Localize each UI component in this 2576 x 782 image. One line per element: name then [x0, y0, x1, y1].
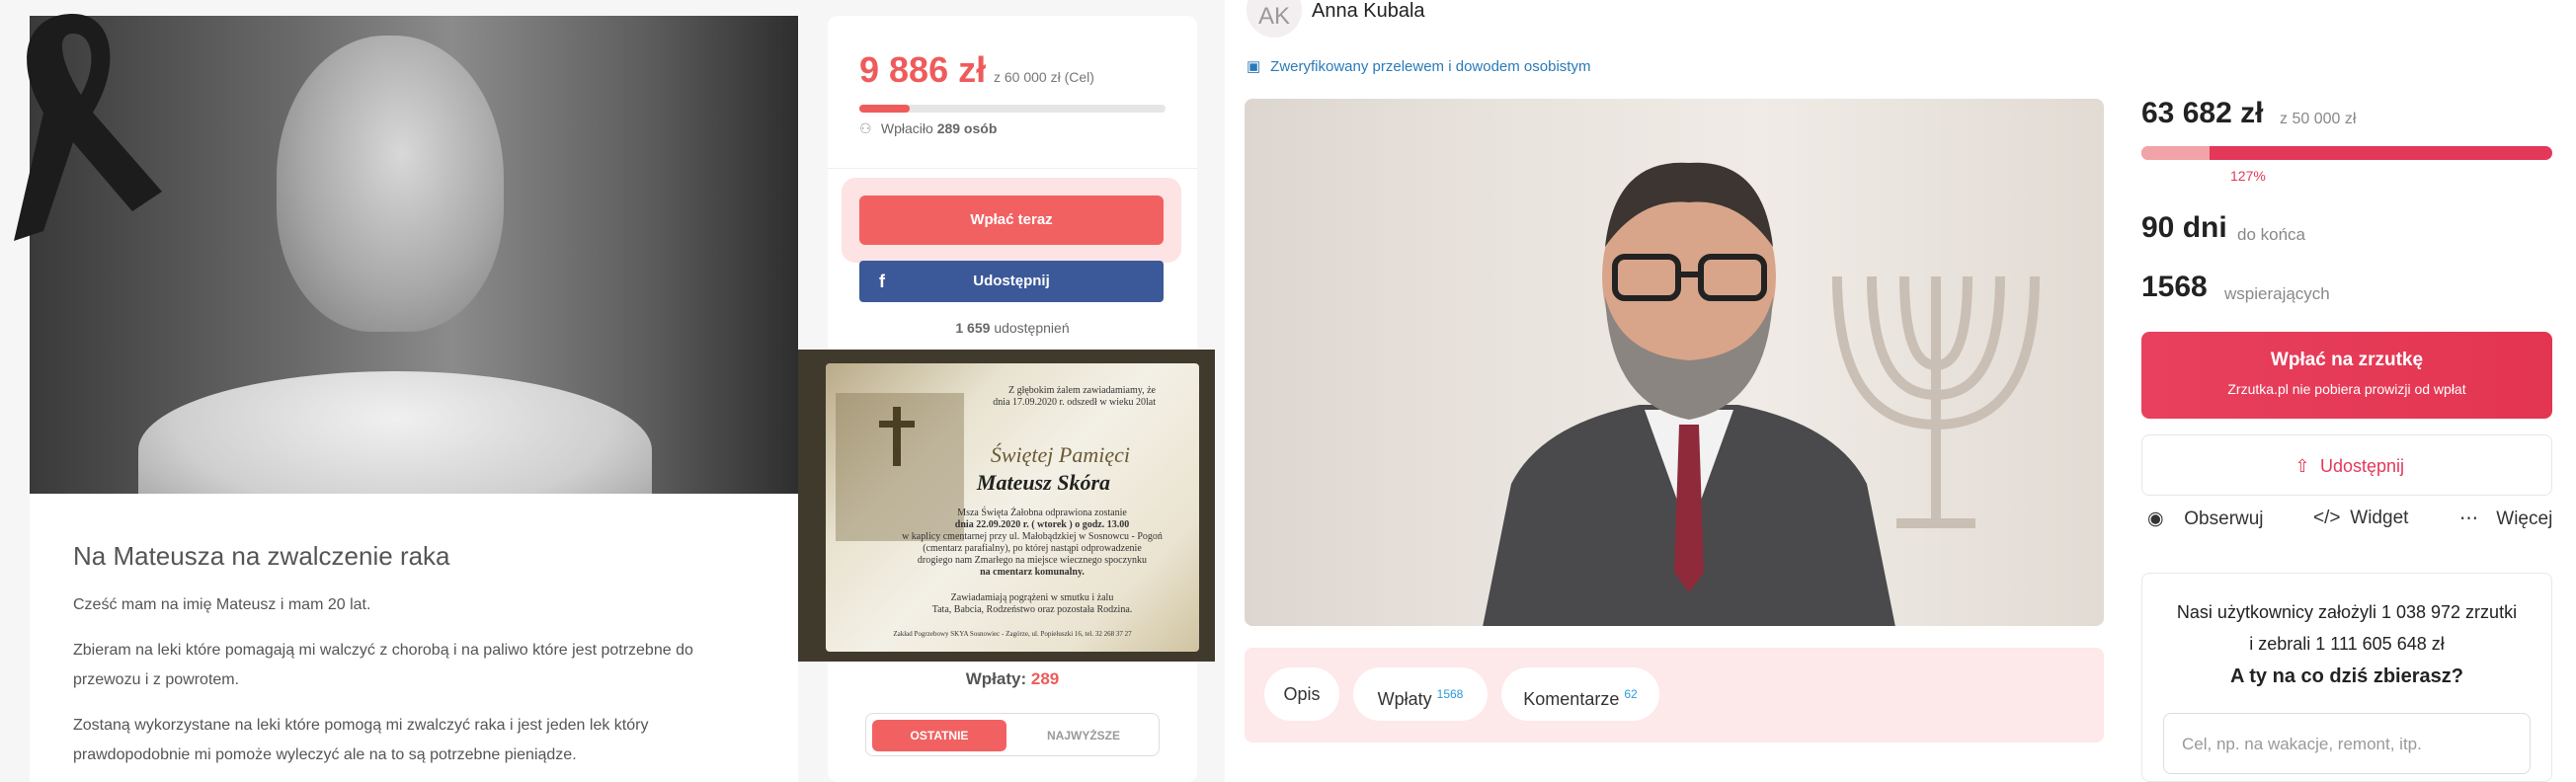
- speaker-figure: [1483, 162, 1895, 626]
- tab-comments-count: 62: [1624, 687, 1638, 701]
- obituary-line: Msza Święta Żałobna odprawiona zostanie: [957, 508, 1127, 518]
- obituary-line: dnia 17.09.2020 r. odszedł w wieku 20lat: [993, 397, 1156, 408]
- donate-button-sublabel: Zrzutka.pl nie pobiera prowizji od wpłat: [2227, 381, 2466, 397]
- mourning-ribbon-icon: [14, 14, 162, 241]
- supporters-count: 1568: [2141, 271, 2208, 303]
- campaign-title: Na Mateusza na zwalczenie raka: [73, 541, 450, 571]
- tab-description[interactable]: Opis: [1264, 667, 1339, 721]
- payers-label: Wpłaciło: [880, 120, 933, 136]
- ellipsis-icon: ⋯: [2459, 508, 2478, 529]
- shares-number: 1 659: [955, 320, 991, 336]
- photo-head: [277, 36, 504, 332]
- tab-comments[interactable]: Komentarze 62: [1501, 667, 1659, 721]
- shares-label: udostępnień: [994, 320, 1070, 336]
- progress-bar-fill: [2141, 146, 2210, 160]
- goal-input[interactable]: Cel, np. na wakacje, remont, itp.: [2163, 713, 2531, 774]
- raised-amount: 9 886 zł: [859, 49, 987, 90]
- people-icon: ⚇: [859, 120, 872, 136]
- stats-text: Nasi użytkownicy założyli 1 038 972 zrzu…: [2141, 596, 2552, 660]
- code-icon: </>: [2313, 508, 2341, 528]
- payments-tabs: OSTATNIE NAJWYŻSZE: [865, 713, 1160, 756]
- upload-share-icon: ⇧: [2294, 456, 2310, 476]
- supporters-label: wspierających: [2224, 284, 2330, 303]
- share-button[interactable]: ⇧ Udostępnij: [2141, 434, 2552, 496]
- tab-comments-label: Komentarze: [1523, 689, 1620, 709]
- shares-count: 1 659 udostępnień: [828, 320, 1197, 336]
- stats-line: i zebrali 1 111 605 648 zł: [2249, 634, 2445, 654]
- progress-bar: [2141, 146, 2552, 160]
- widget-label: Widget: [2350, 508, 2409, 528]
- id-card-icon: ▣: [1247, 58, 1261, 75]
- progress-percent: 127%: [2230, 168, 2266, 184]
- payments-count: 289: [1030, 669, 1060, 688]
- obituary-line: Tata, Babcia, Rodzeństwo oraz pozostała …: [931, 604, 1133, 615]
- verified-label: Zweryfikowany przelewem i dowodem osobis…: [1270, 58, 1591, 75]
- obituary-line: na cmentarz komunalny.: [980, 567, 1085, 578]
- goal-amount: z 60 000 zł (Cel): [994, 69, 1094, 85]
- verified-badge: ▣ Zweryfikowany przelewem i dowodem osob…: [1247, 57, 1590, 75]
- tab-latest[interactable]: OSTATNIE: [872, 720, 1006, 751]
- tab-payments-count: 1568: [1436, 687, 1464, 701]
- goal-amount: z 50 000 zł: [2280, 111, 2357, 127]
- raised-amount: 63 682 zł: [2141, 97, 2264, 129]
- obituary-heading: Świętej Pamięci: [990, 442, 1130, 467]
- watch-action[interactable]: ◉ Obserwuj: [2147, 508, 2264, 530]
- divider: [828, 168, 1197, 169]
- photo-shirt: [138, 371, 652, 494]
- donate-button-label: Wpłać na zrzutkę: [2270, 350, 2424, 370]
- payers-count: ⚇ Wpłaciło 289 osób: [859, 120, 997, 137]
- watch-label: Obserwuj: [2184, 508, 2264, 529]
- progress-bar: [859, 105, 1166, 113]
- description-paragraph: Zostaną wykorzystane na leki które pomog…: [73, 717, 649, 763]
- pay-now-button[interactable]: Wpłać teraz: [859, 196, 1164, 245]
- facebook-share-button[interactable]: f Udostępnij: [859, 261, 1164, 302]
- obituary-name: Mateusz Skóra: [976, 470, 1110, 495]
- payments-heading: Wpłaty: 289: [828, 669, 1197, 689]
- description-paragraph: Cześć mam na imię Mateusz i mam 20 lat.: [73, 596, 371, 613]
- share-label: Udostępnij: [973, 273, 1050, 289]
- eye-icon: ◉: [2147, 508, 2164, 529]
- obituary-image: Z głębokim żalem zawiadamiamy, że dnia 1…: [798, 350, 1215, 662]
- stats-line: Nasi użytkownicy założyli 1 038 972 zrzu…: [2176, 602, 2518, 622]
- share-label: Udostępnij: [2319, 456, 2405, 476]
- donate-button[interactable]: Wpłać na zrzutkę Zrzutka.pl nie pobiera …: [2141, 332, 2552, 419]
- progress-bar-fill: [859, 105, 911, 113]
- obituary-line: dnia 22.09.2020 r. ( wtorek ) o godz. 13…: [954, 519, 1130, 530]
- obituary-line: Zawiadamiają pogrążeni w smutku i żalu: [950, 592, 1114, 603]
- obituary-card: Z głębokim żalem zawiadamiamy, że dnia 1…: [826, 363, 1199, 652]
- facebook-icon: f: [879, 272, 885, 291]
- tab-payments[interactable]: Wpłaty 1568: [1353, 667, 1488, 721]
- days-left: 90 dni: [2141, 211, 2227, 244]
- obituary-line: drogiego nam Zmarłego na miejsce wieczne…: [917, 555, 1148, 566]
- tab-payments-label: Wpłaty: [1377, 689, 1432, 709]
- days-left-label: do końca: [2237, 225, 2305, 244]
- obituary-footer: Zakład Pogrzebowy SKYA Sosnowiec - Zagór…: [893, 630, 1132, 638]
- obituary-line: Z głębokim żalem zawiadamiamy, że: [1007, 385, 1156, 396]
- stats-question: A ty na co dziś zbierasz?: [2230, 665, 2463, 687]
- obituary-line: w kaplicy cmentarnej przy ul. Małobądzki…: [902, 531, 1163, 542]
- campaign-video[interactable]: [1245, 99, 2104, 626]
- description-paragraph: Zbieram na leki które pomagają mi walczy…: [73, 642, 693, 688]
- author-name[interactable]: Anna Kubala: [1312, 0, 1425, 23]
- widget-action[interactable]: </> Widget: [2313, 508, 2408, 529]
- payers-number: 289 osób: [936, 120, 998, 136]
- obituary-line: (cmentarz parafialny), po której nastąpi…: [923, 543, 1142, 554]
- more-action[interactable]: ⋯ Więcej: [2459, 508, 2552, 530]
- more-label: Więcej: [2496, 508, 2553, 529]
- payments-label: Wpłaty:: [965, 669, 1027, 688]
- tab-highest[interactable]: NAJWYŻSZE: [1014, 720, 1153, 751]
